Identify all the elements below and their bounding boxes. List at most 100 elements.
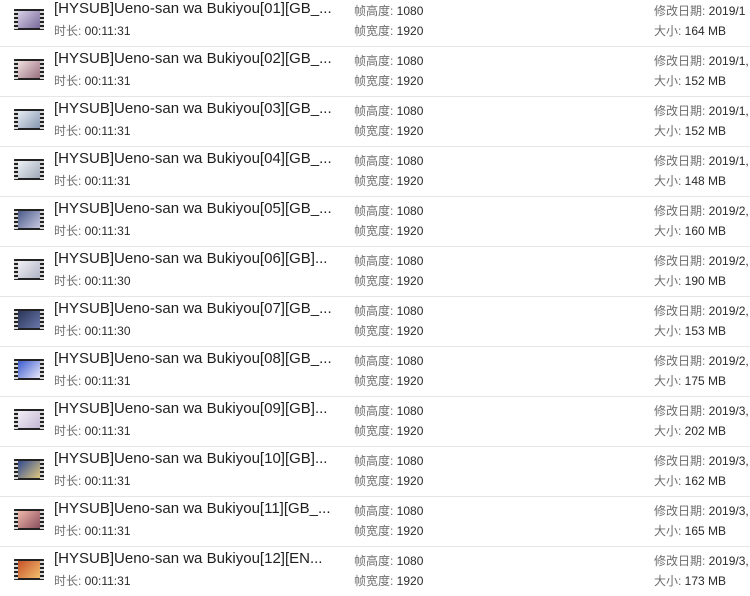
video-thumbnail-icon (14, 59, 44, 80)
file-size-info: 大小: 153 MB (654, 323, 726, 339)
frame-height-label: 帧高度: (354, 554, 397, 568)
frame-height-info: 帧高度: 1080 (354, 503, 423, 519)
duration-label: 时长: (54, 374, 85, 388)
modified-date-label: 修改日期: (654, 4, 709, 18)
file-row[interactable]: [HYSUB]Ueno-san wa Bukiyou[02][GB_... 时长… (0, 47, 750, 97)
frame-width-value: 1920 (396, 24, 424, 38)
frame-height-label: 帧高度: (354, 354, 397, 368)
frame-height-value: 1080 (396, 304, 424, 318)
modified-date-label: 修改日期: (654, 554, 709, 568)
file-size-label: 大小: (654, 174, 685, 188)
file-size-label: 大小: (654, 374, 685, 388)
modified-date-info: 修改日期: 2019/1, (654, 53, 749, 69)
frame-height-value: 1080 (396, 104, 424, 118)
file-row[interactable]: [HYSUB]Ueno-san wa Bukiyou[12][EN... 时长:… (0, 547, 750, 596)
frame-width-info: 帧宽度: 1920 (354, 173, 423, 189)
modified-date-info: 修改日期: 2019/3, (654, 453, 749, 469)
file-size-info: 大小: 152 MB (654, 123, 726, 139)
frame-width-info: 帧宽度: 1920 (354, 73, 423, 89)
file-size-info: 大小: 162 MB (654, 473, 726, 489)
file-size-info: 大小: 190 MB (654, 273, 726, 289)
frame-height-info: 帧高度: 1080 (354, 453, 423, 469)
modified-date-value: 2019/3, (708, 504, 749, 518)
video-thumbnail-icon (14, 209, 44, 230)
frame-height-value: 1080 (396, 54, 424, 68)
frame-width-info: 帧宽度: 1920 (354, 573, 423, 589)
file-size-info: 大小: 152 MB (654, 73, 726, 89)
duration-info: 时长: 00:11:30 (54, 323, 131, 339)
duration-value: 00:11:31 (84, 224, 131, 238)
frame-width-info: 帧宽度: 1920 (354, 373, 423, 389)
frame-height-label: 帧高度: (354, 204, 397, 218)
file-row[interactable]: [HYSUB]Ueno-san wa Bukiyou[08][GB_... 时长… (0, 347, 750, 397)
frame-height-info: 帧高度: 1080 (354, 353, 423, 369)
frame-height-info: 帧高度: 1080 (354, 553, 423, 569)
modified-date-info: 修改日期: 2019/2, (654, 303, 749, 319)
duration-value: 00:11:31 (84, 24, 131, 38)
file-row[interactable]: [HYSUB]Ueno-san wa Bukiyou[04][GB_... 时长… (0, 147, 750, 197)
file-size-value: 164 MB (684, 24, 727, 38)
file-row[interactable]: [HYSUB]Ueno-san wa Bukiyou[11][GB_... 时长… (0, 497, 750, 547)
modified-date-value: 2019/2, (708, 254, 749, 268)
file-row[interactable]: [HYSUB]Ueno-san wa Bukiyou[07][GB_... 时长… (0, 297, 750, 347)
frame-height-value: 1080 (396, 4, 424, 18)
frame-width-value: 1920 (396, 424, 424, 438)
file-row[interactable]: [HYSUB]Ueno-san wa Bukiyou[03][GB_... 时长… (0, 97, 750, 147)
file-size-value: 162 MB (684, 474, 727, 488)
video-thumbnail-icon (14, 109, 44, 130)
duration-value: 00:11:31 (84, 474, 131, 488)
frame-width-label: 帧宽度: (354, 174, 397, 188)
modified-date-label: 修改日期: (654, 404, 709, 418)
file-name: [HYSUB]Ueno-san wa Bukiyou[04][GB_... (54, 150, 332, 167)
file-row[interactable]: [HYSUB]Ueno-san wa Bukiyou[10][GB]... 时长… (0, 447, 750, 497)
frame-width-value: 1920 (396, 474, 424, 488)
duration-label: 时长: (54, 174, 85, 188)
file-row[interactable]: [HYSUB]Ueno-san wa Bukiyou[05][GB_... 时长… (0, 197, 750, 247)
modified-date-info: 修改日期: 2019/2, (654, 253, 749, 269)
file-size-info: 大小: 165 MB (654, 523, 726, 539)
frame-width-label: 帧宽度: (354, 574, 397, 588)
file-name: [HYSUB]Ueno-san wa Bukiyou[10][GB]... (54, 450, 328, 467)
modified-date-label: 修改日期: (654, 104, 709, 118)
file-row[interactable]: [HYSUB]Ueno-san wa Bukiyou[01][GB_... 时长… (0, 0, 750, 47)
duration-label: 时长: (54, 524, 85, 538)
modified-date-value: 2019/3, (708, 554, 749, 568)
duration-value: 00:11:31 (84, 424, 131, 438)
modified-date-label: 修改日期: (654, 304, 709, 318)
file-size-label: 大小: (654, 474, 685, 488)
duration-info: 时长: 00:11:31 (54, 473, 131, 489)
duration-info: 时长: 00:11:30 (54, 273, 131, 289)
frame-width-info: 帧宽度: 1920 (354, 123, 423, 139)
frame-height-label: 帧高度: (354, 454, 397, 468)
modified-date-info: 修改日期: 2019/1, (654, 103, 749, 119)
frame-width-info: 帧宽度: 1920 (354, 423, 423, 439)
modified-date-label: 修改日期: (654, 204, 709, 218)
duration-label: 时长: (54, 474, 85, 488)
frame-height-info: 帧高度: 1080 (354, 53, 423, 69)
file-row[interactable]: [HYSUB]Ueno-san wa Bukiyou[09][GB]... 时长… (0, 397, 750, 447)
file-size-info: 大小: 175 MB (654, 373, 726, 389)
modified-date-info: 修改日期: 2019/3, (654, 403, 749, 419)
file-size-value: 153 MB (684, 324, 727, 338)
file-name: [HYSUB]Ueno-san wa Bukiyou[03][GB_... (54, 100, 332, 117)
duration-label: 时长: (54, 74, 85, 88)
frame-height-value: 1080 (396, 354, 424, 368)
frame-width-label: 帧宽度: (354, 424, 397, 438)
modified-date-label: 修改日期: (654, 54, 709, 68)
duration-value: 00:11:31 (84, 374, 131, 388)
frame-width-label: 帧宽度: (354, 524, 397, 538)
file-size-value: 190 MB (684, 274, 727, 288)
modified-date-value: 2019/3, (708, 454, 749, 468)
file-list: [HYSUB]Ueno-san wa Bukiyou[01][GB_... 时长… (0, 0, 750, 596)
duration-value: 00:11:31 (84, 174, 131, 188)
duration-info: 时长: 00:11:31 (54, 123, 131, 139)
frame-width-label: 帧宽度: (354, 374, 397, 388)
duration-info: 时长: 00:11:31 (54, 423, 131, 439)
frame-width-label: 帧宽度: (354, 474, 397, 488)
frame-width-value: 1920 (396, 324, 424, 338)
modified-date-info: 修改日期: 2019/2, (654, 203, 749, 219)
frame-width-info: 帧宽度: 1920 (354, 523, 423, 539)
file-row[interactable]: [HYSUB]Ueno-san wa Bukiyou[06][GB]... 时长… (0, 247, 750, 297)
frame-height-label: 帧高度: (354, 254, 397, 268)
file-size-value: 160 MB (684, 224, 727, 238)
